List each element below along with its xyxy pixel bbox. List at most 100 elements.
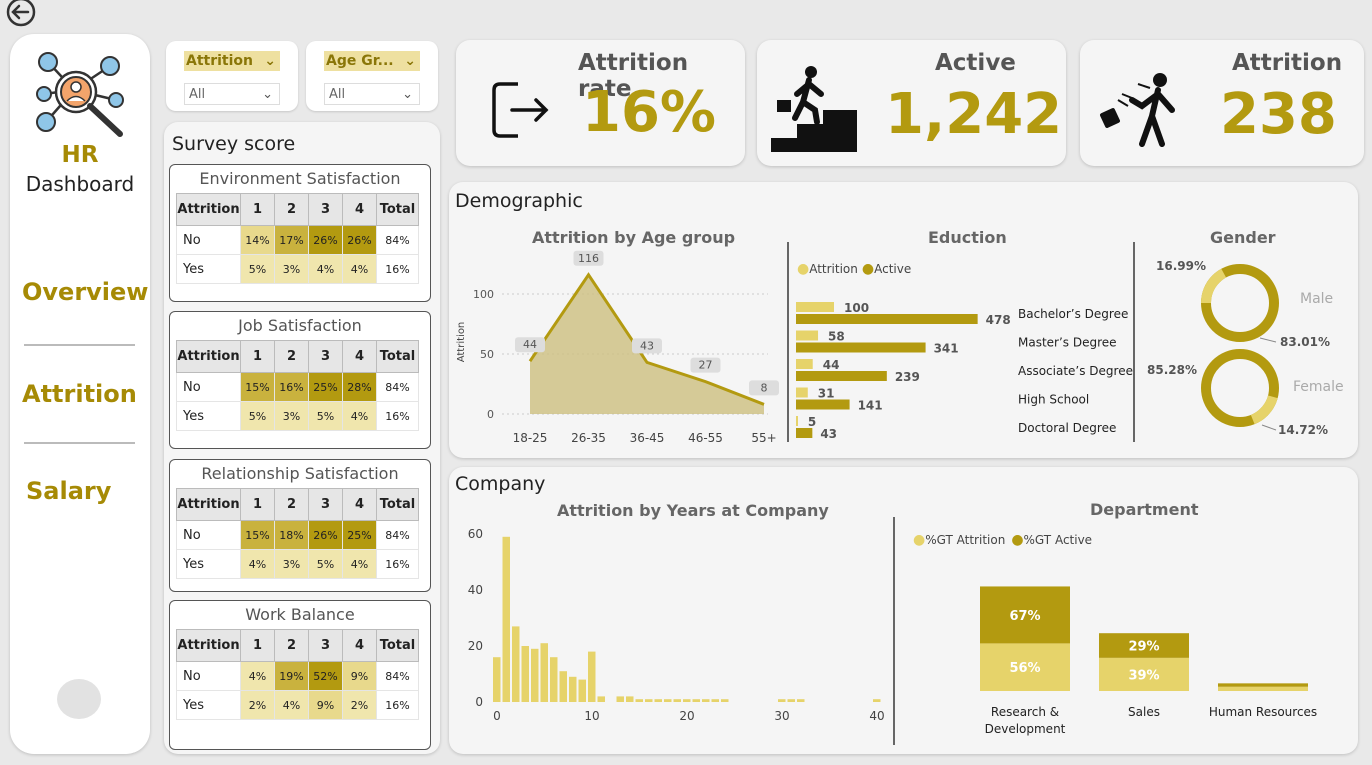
leader-line [1261, 424, 1277, 431]
column-header[interactable]: 4 [342, 488, 377, 521]
matrix-title: Work Balance [245, 605, 355, 624]
matrix-cell: 5% [240, 401, 275, 431]
matrix-cell: 25% [308, 372, 343, 402]
category-label: High School [1018, 393, 1089, 407]
x-tick-label: 0 [493, 709, 501, 723]
attrition-slicer[interactable]: Attrition ⌄ All ⌄ [166, 41, 298, 111]
kpi-value: 238 [1220, 82, 1337, 147]
row-label: Yes [176, 254, 241, 284]
y-tick-label: 100 [473, 288, 494, 301]
column-header[interactable]: Attrition [176, 488, 241, 521]
column-header[interactable]: 4 [342, 629, 377, 662]
data-label: 27 [699, 359, 713, 372]
survey-matrix: Work Balance Attrition 1 2 3 4 Total No 4% 19% 52%… [169, 600, 431, 750]
gender-chart-title: Gender [1210, 228, 1276, 247]
survey-title: Survey score [172, 133, 296, 155]
age-group-slicer-dropdown[interactable]: All ⌄ [324, 83, 420, 105]
matrix-cell: 2% [240, 690, 275, 720]
column-header[interactable]: 1 [240, 340, 275, 373]
matrix-cell: 5% [240, 254, 275, 284]
column-header[interactable]: 3 [308, 193, 343, 226]
legend-item[interactable]: ●Attrition [797, 261, 858, 277]
demographic-title: Demographic [455, 190, 583, 212]
column-header[interactable]: 2 [274, 340, 309, 373]
year-bar [578, 679, 586, 702]
column-header[interactable]: 3 [308, 340, 343, 373]
column-header[interactable]: Attrition [176, 340, 241, 373]
column-header[interactable]: Total [376, 193, 419, 226]
year-bar [597, 696, 605, 702]
data-label: 5 [808, 415, 816, 429]
matrix-cell: 19% [274, 661, 309, 691]
row-total: 84% [376, 661, 419, 691]
x-tick-label: 20 [679, 709, 694, 723]
kpi-title: Active [935, 50, 1016, 76]
data-label: 8 [761, 381, 768, 394]
active-bar [796, 428, 813, 438]
table-row: No 15% 18% 26% 25% 84% [176, 520, 419, 550]
legend-item[interactable]: ●%GT Attrition [913, 532, 1005, 548]
kpi-active: Active 1,242 [757, 40, 1066, 166]
year-bar [692, 699, 700, 702]
column-header[interactable]: 1 [240, 629, 275, 662]
column-header[interactable]: Total [376, 340, 419, 373]
year-bar [531, 648, 539, 702]
hr-search-logo-icon [36, 52, 124, 137]
legend-item[interactable]: ●Active [862, 261, 911, 277]
column-header[interactable]: 2 [274, 629, 309, 662]
column-header[interactable]: Total [376, 629, 419, 662]
matrix-cell: 25% [342, 520, 377, 550]
logo-subtitle: Dashboard [25, 172, 135, 196]
table-row: No 15% 16% 25% 28% 84% [176, 372, 419, 402]
column-header[interactable]: 2 [274, 193, 309, 226]
year-bar [569, 676, 577, 702]
toggle-circle-button[interactable] [57, 679, 101, 719]
column-header[interactable]: Attrition [176, 193, 241, 226]
nav-salary[interactable]: Salary [26, 477, 111, 505]
nav-overview[interactable]: Overview [22, 278, 148, 306]
segment-label: 56% [1009, 661, 1040, 676]
matrix-cell: 28% [342, 372, 377, 402]
column-header[interactable]: 1 [240, 488, 275, 521]
data-label: 44 [823, 358, 840, 372]
year-bar [559, 671, 567, 702]
year-bar [512, 626, 520, 702]
kpi-value: 1,242 [885, 82, 1063, 147]
matrix-table: Attrition 1 2 3 4 Total No 14% 17% 26% 26% 84% Yes 5%… [176, 193, 419, 284]
slicer-label: Age Gr... [326, 53, 394, 69]
column-header[interactable]: 2 [274, 488, 309, 521]
matrix-cell: 26% [342, 225, 377, 255]
attrition-bar [796, 302, 834, 312]
back-button[interactable] [4, 0, 38, 28]
column-header[interactable]: 1 [240, 193, 275, 226]
education-chart-title: Eduction [928, 228, 1007, 247]
gender-donut-charts: 16.99% 83.01% Male 85.28% 14.72% Female [1147, 259, 1344, 437]
nav-attrition[interactable]: Attrition [22, 380, 137, 408]
y-tick-label: 40 [468, 583, 483, 597]
category-label: Associate’s Degree [1018, 364, 1133, 378]
education-legend: ●Attrition ●Active [797, 261, 915, 277]
column-header[interactable]: Total [376, 488, 419, 521]
column-header[interactable]: Attrition [176, 629, 241, 662]
age-group-slicer[interactable]: Age Gr... ⌄ All ⌄ [306, 41, 438, 111]
category-label: Doctoral Degree [1018, 421, 1116, 435]
years-chart-title: Attrition by Years at Company [557, 501, 829, 520]
column-header[interactable]: 3 [308, 488, 343, 521]
chevron-down-icon: ⌄ [402, 87, 413, 102]
year-bar [645, 699, 653, 702]
chevron-down-icon: ⌄ [262, 87, 273, 102]
slice-label: 14.72% [1278, 423, 1328, 437]
survey-matrix: Environment Satisfaction Attrition 1 2 3 4 Tot… [169, 164, 431, 302]
matrix-cell: 18% [274, 520, 309, 550]
column-header[interactable]: 3 [308, 629, 343, 662]
matrix-table: Attrition 1 2 3 4 Total No 4% 19% 52% 9% 84% Yes 2% 4%… [176, 629, 419, 720]
column-header[interactable]: 4 [342, 193, 377, 226]
matrix-cell: 4% [308, 254, 343, 284]
table-row: Yes 2% 4% 9% 2% 16% [176, 690, 419, 720]
table-row: Yes 5% 3% 5% 4% 16% [176, 401, 419, 431]
row-label: No [176, 372, 241, 402]
attrition-slicer-dropdown[interactable]: All ⌄ [184, 83, 280, 105]
column-header[interactable]: 4 [342, 340, 377, 373]
legend-item[interactable]: ●%GT Active [1011, 532, 1092, 548]
kpi-title: Attrition [1232, 50, 1343, 76]
